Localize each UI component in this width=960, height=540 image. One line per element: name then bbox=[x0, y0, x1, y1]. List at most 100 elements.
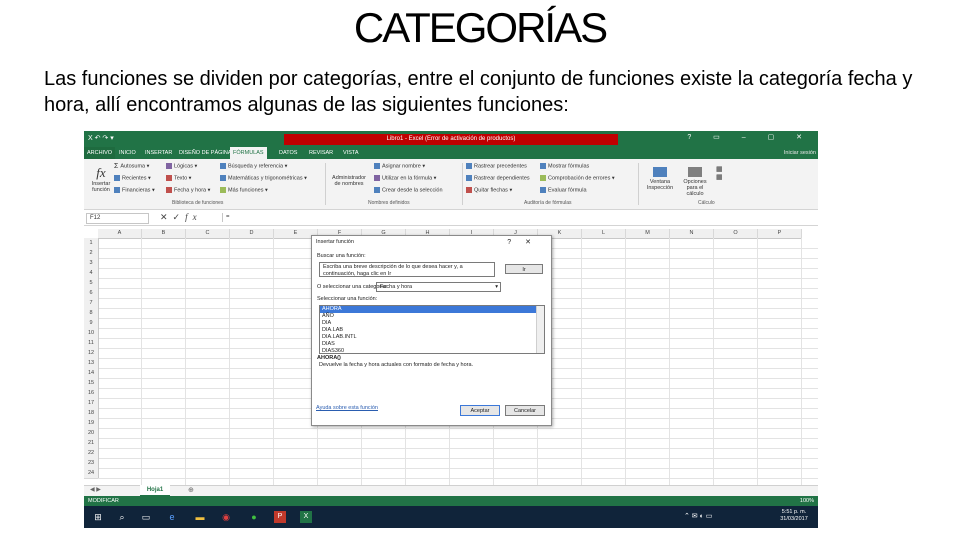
column-header[interactable]: M bbox=[626, 229, 670, 239]
status-bar: MODIFICAR 100% bbox=[84, 496, 818, 506]
excel-screenshot: X ↶ ↷ ▾ Libro1 - Excel (Error de activac… bbox=[84, 131, 818, 528]
text-button[interactable]: Texto ▾ bbox=[166, 175, 191, 181]
recent-button[interactable]: Recientes ▾ bbox=[114, 175, 151, 181]
add-sheet-icon[interactable]: ⊕ bbox=[188, 486, 194, 494]
dialog-controls[interactable]: ?✕ bbox=[507, 238, 545, 246]
calc-mini-icons[interactable]: ▦ ▦ bbox=[716, 165, 723, 181]
tab-1[interactable]: INICIO bbox=[116, 147, 139, 159]
sheet-nav-arrows[interactable]: ◀ ▶ bbox=[90, 486, 101, 493]
help-link[interactable]: Ayuda sobre esta función bbox=[316, 405, 378, 411]
column-header[interactable]: C bbox=[186, 229, 230, 239]
tab-4[interactable]: FÓRMULAS bbox=[230, 147, 267, 159]
remove-arrows-button[interactable]: Quitar flechas ▾ bbox=[466, 187, 512, 193]
grid-line bbox=[98, 458, 818, 459]
name-box[interactable]: F12 bbox=[86, 213, 149, 224]
name-manager-button[interactable]: Administrador de nombres bbox=[329, 175, 369, 187]
lookup-button[interactable]: Búsqueda y referencia ▾ bbox=[220, 163, 287, 169]
tab-2[interactable]: INSERTAR bbox=[142, 147, 175, 159]
search-icon[interactable]: ⌕ bbox=[116, 511, 128, 523]
row-header[interactable]: 24 bbox=[84, 468, 99, 479]
watch-window-button[interactable]: Ventana Inspección bbox=[644, 167, 676, 191]
star-icon bbox=[114, 175, 120, 181]
define-name-button[interactable]: Asignar nombre ▾ bbox=[374, 163, 425, 169]
tray-icons[interactable]: ⌃ ✉ ◐ ▭ bbox=[684, 511, 712, 523]
tab-7[interactable]: VISTA bbox=[340, 147, 362, 159]
trace-precedents-button[interactable]: Rastrear precedentes bbox=[466, 163, 527, 169]
function-list-item[interactable]: DIAS bbox=[320, 341, 544, 348]
column-header[interactable]: D bbox=[230, 229, 274, 239]
chrome-icon[interactable]: ◉ bbox=[220, 511, 232, 523]
app-icon[interactable]: ● bbox=[248, 511, 260, 523]
user-sign-in[interactable]: Iniciar sesión bbox=[784, 147, 816, 159]
excel-taskbar-icon[interactable]: X bbox=[300, 511, 312, 523]
column-header[interactable]: L bbox=[582, 229, 626, 239]
tab-5[interactable]: DATOS bbox=[276, 147, 300, 159]
logical-button[interactable]: Lógicas ▾ bbox=[166, 163, 197, 169]
ok-button[interactable]: Aceptar bbox=[460, 405, 500, 416]
column-header[interactable]: B bbox=[142, 229, 186, 239]
function-list-item[interactable]: DIAS360 bbox=[320, 348, 544, 353]
function-search-input[interactable]: Escriba una breve descripción de lo que … bbox=[319, 262, 495, 277]
grid-line bbox=[98, 478, 818, 479]
formula-bar: F12 ✕✓fx = bbox=[84, 211, 818, 226]
more-functions-button[interactable]: Más funciones ▾ bbox=[220, 187, 268, 193]
edge-icon[interactable]: e bbox=[166, 511, 178, 523]
math-button[interactable]: Matemáticas y trigonométricas ▾ bbox=[220, 175, 307, 181]
evaluate-formula-button[interactable]: Evaluar fórmula bbox=[540, 187, 587, 193]
ribbon-separator bbox=[462, 163, 463, 205]
datetime-button[interactable]: Fecha y hora ▾ bbox=[166, 187, 210, 193]
create-from-selection-button[interactable]: Crear desde la selección bbox=[374, 187, 443, 193]
table-icon bbox=[374, 187, 380, 193]
autosum-button[interactable]: Σ Autosuma ▾ bbox=[114, 163, 149, 170]
help-icon[interactable]: ? bbox=[507, 239, 525, 246]
formula-bar-buttons[interactable]: ✕✓fx bbox=[160, 212, 202, 223]
close-icon[interactable]: ✕ bbox=[525, 239, 545, 246]
sigma-icon: Σ bbox=[114, 163, 119, 170]
show-formulas-button[interactable]: Mostrar fórmulas bbox=[540, 163, 589, 169]
financial-button[interactable]: Financieras ▾ bbox=[114, 187, 155, 193]
clock-date: 31/03/2017 bbox=[780, 516, 808, 522]
cancel-icon[interactable]: ✕ bbox=[160, 212, 173, 222]
book-icon bbox=[166, 187, 172, 193]
function-list-item[interactable]: DIA.LAB.INTL bbox=[320, 334, 544, 341]
taskbar-clock[interactable]: 5:51 p. m. 31/03/2017 bbox=[774, 509, 814, 523]
tab-6[interactable]: REVISAR bbox=[306, 147, 336, 159]
insert-function-button[interactable]: fx Insertar función bbox=[88, 165, 114, 193]
grid-line bbox=[98, 428, 818, 429]
use-in-formula-button[interactable]: Utilizar en la fórmula ▾ bbox=[374, 175, 436, 181]
formula-icon bbox=[540, 163, 546, 169]
error-checking-button[interactable]: Comprobación de errores ▾ bbox=[540, 175, 615, 181]
list-scrollbar[interactable] bbox=[536, 306, 544, 353]
calc-options-button[interactable]: Opciones para el cálculo bbox=[678, 167, 712, 197]
function-list-item[interactable]: AHORA bbox=[320, 306, 544, 313]
tab-0[interactable]: ARCHIVO bbox=[84, 147, 116, 159]
cancel-button[interactable]: Cancelar bbox=[505, 405, 545, 416]
windows-start-icon[interactable]: ⊞ bbox=[92, 511, 104, 523]
column-header[interactable]: N bbox=[670, 229, 714, 239]
zoom-level[interactable]: 100% bbox=[800, 496, 814, 506]
tab-3[interactable]: DISEÑO DE PÁGINA bbox=[176, 147, 235, 159]
clock-time: 5:51 p. m. bbox=[781, 509, 807, 515]
arrow-icon bbox=[466, 175, 472, 181]
formula-input[interactable]: = bbox=[222, 213, 816, 222]
quick-access-toolbar[interactable]: X ↶ ↷ ▾ bbox=[88, 134, 114, 142]
category-select[interactable]: Fecha y hora ▾ bbox=[376, 282, 501, 292]
column-header[interactable]: O bbox=[714, 229, 758, 239]
function-signature: AHORA() bbox=[317, 355, 341, 361]
column-header[interactable]: P bbox=[758, 229, 802, 239]
window-controls[interactable]: ? ▭ – ▢ ✕ bbox=[687, 133, 812, 141]
fx-icon[interactable]: fx bbox=[185, 212, 202, 222]
enter-icon[interactable]: ✓ bbox=[173, 212, 186, 222]
ribbon-tabs: ARCHIVO INICIO INSERTAR DISEÑO DE PÁGINA FÓR… bbox=[84, 147, 818, 159]
powerpoint-icon[interactable]: P bbox=[274, 511, 286, 523]
function-list[interactable]: AHORA AÑO DIA DIA.LAB DIA.LAB.INTL DIAS DIAS36… bbox=[319, 305, 545, 354]
file-explorer-icon[interactable]: ▬ bbox=[194, 511, 206, 523]
task-view-icon[interactable]: ▭ bbox=[140, 511, 152, 523]
function-list-item[interactable]: DIA bbox=[320, 320, 544, 327]
function-list-item[interactable]: DIA.LAB bbox=[320, 327, 544, 334]
trace-dependents-button[interactable]: Rastrear dependientes bbox=[466, 175, 530, 181]
column-header[interactable]: A bbox=[98, 229, 142, 239]
check-icon bbox=[540, 175, 546, 181]
function-list-item[interactable]: AÑO bbox=[320, 313, 544, 320]
go-button[interactable]: Ir bbox=[505, 264, 543, 274]
